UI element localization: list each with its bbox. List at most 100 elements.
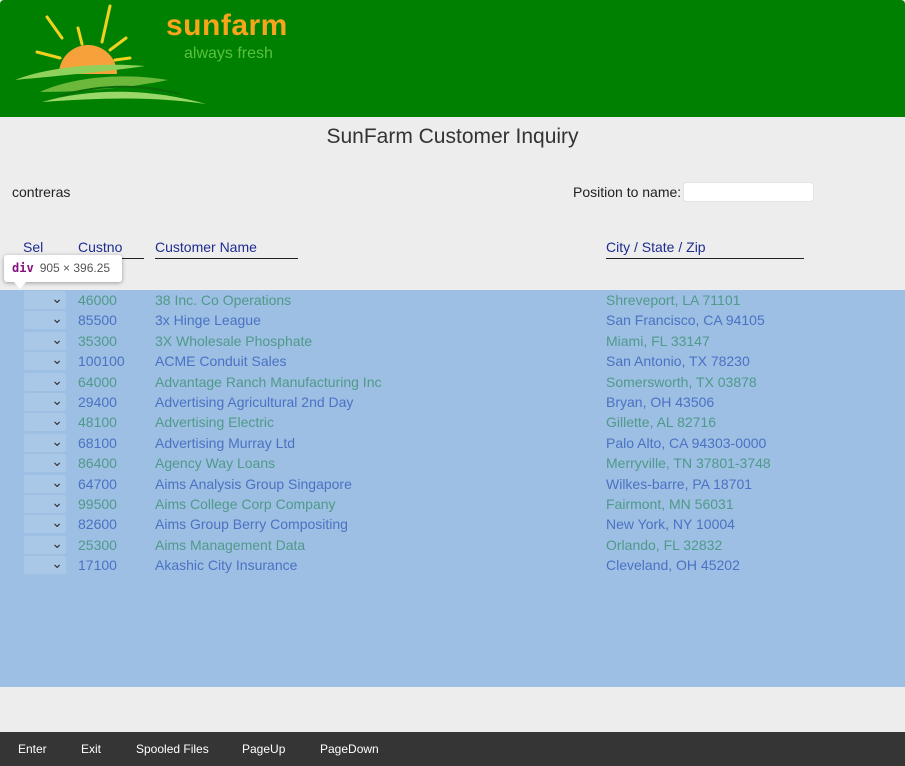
custno-cell: 48100 bbox=[78, 414, 117, 431]
row-select-dropdown[interactable]: ⌄ bbox=[24, 412, 66, 432]
city-cell: Fairmont, MN 56031 bbox=[606, 496, 734, 512]
city-cell: Bryan, OH 43506 bbox=[606, 394, 715, 410]
chevron-down-icon: ⌄ bbox=[51, 453, 63, 470]
custno-cell: 35300 bbox=[78, 332, 117, 349]
city-cell: New York, NY 10004 bbox=[606, 516, 735, 533]
position-label: Position to name: bbox=[573, 184, 682, 200]
table-row: ⌄ 86400 Agency Way Loans Merryville, TN 378… bbox=[0, 453, 905, 473]
row-select-dropdown[interactable]: ⌄ bbox=[24, 473, 66, 493]
chevron-down-icon: ⌄ bbox=[51, 310, 63, 327]
page-title: SunFarm Customer Inquiry bbox=[326, 125, 579, 148]
customer-name-cell: Akashic City Insurance bbox=[155, 557, 298, 574]
table-row: ⌄ 25300 Aims Management Data Orlando, FL 32… bbox=[0, 535, 905, 555]
pageup-button[interactable]: PageUp bbox=[242, 742, 285, 756]
custno-cell: 86400 bbox=[78, 455, 117, 472]
table-row: ⌄ 99500 Aims College Corp Company Fairmont,… bbox=[0, 494, 905, 514]
position-to-name-input[interactable] bbox=[683, 182, 814, 202]
column-header-city: City / State / Zip bbox=[606, 239, 804, 259]
customer-name-cell: Aims Management Data bbox=[155, 536, 306, 553]
devtools-tooltip: div 905 × 396.25 bbox=[4, 255, 122, 282]
table-row: ⌄ 17100 Akashic City Insurance Cleveland, O… bbox=[0, 555, 905, 575]
customer-name-cell: Aims College Corp Company bbox=[155, 496, 336, 512]
header-banner: sunfarm always fresh bbox=[0, 0, 905, 117]
customer-name-cell: ACME Conduit Sales bbox=[155, 353, 287, 370]
city-cell: Merryville, TN 37801-3748 bbox=[606, 455, 771, 472]
city-cell: Shreveport, LA 71101 bbox=[606, 292, 741, 308]
row-select-dropdown[interactable]: ⌄ bbox=[24, 290, 66, 309]
customer-name-cell: 3x Hinge League bbox=[155, 312, 261, 329]
footer-bar: Enter Exit Spooled Files PageUp PageDown bbox=[0, 732, 905, 766]
customer-name-cell: Aims Group Berry Compositing bbox=[155, 516, 348, 533]
custno-cell: 64700 bbox=[78, 475, 117, 492]
tooltip-arrow bbox=[14, 282, 26, 289]
customer-name-cell: Advertising Agricultural 2nd Day bbox=[155, 394, 354, 410]
chevron-down-icon: ⌄ bbox=[51, 412, 63, 429]
row-select-dropdown[interactable]: ⌄ bbox=[24, 514, 66, 534]
table-row: ⌄ 29400 Advertising Agricultural 2nd Day Br… bbox=[0, 392, 905, 412]
row-select-dropdown[interactable]: ⌄ bbox=[24, 310, 66, 330]
city-cell: Orlando, FL 32832 bbox=[606, 536, 723, 553]
city-cell: Palo Alto, CA 94303-0000 bbox=[606, 434, 767, 451]
row-select-dropdown[interactable]: ⌄ bbox=[24, 371, 66, 391]
exit-button[interactable]: Exit bbox=[81, 742, 101, 756]
city-cell: San Antonio, TX 78230 bbox=[606, 353, 750, 370]
chevron-down-icon: ⌄ bbox=[51, 514, 63, 531]
customer-name-cell: Aims Analysis Group Singapore bbox=[155, 475, 352, 492]
table-row: ⌄ 35300 3X Wholesale Phosphate Miami, FL 33… bbox=[0, 331, 905, 351]
row-select-dropdown[interactable]: ⌄ bbox=[24, 494, 66, 513]
chevron-down-icon: ⌄ bbox=[51, 351, 63, 368]
chevron-down-icon: ⌄ bbox=[51, 330, 63, 347]
column-header-name: Customer Name bbox=[155, 239, 298, 259]
brand-tagline: always fresh bbox=[184, 45, 273, 62]
chevron-down-icon: ⌄ bbox=[51, 534, 63, 551]
city-cell: Miami, FL 33147 bbox=[606, 332, 710, 349]
table-row: ⌄ 68100 Advertising Murray Ltd Palo Alto, C… bbox=[0, 433, 905, 453]
chevron-down-icon: ⌄ bbox=[51, 555, 63, 572]
pagedown-button[interactable]: PageDown bbox=[320, 742, 379, 756]
city-cell: Somersworth, TX 03878 bbox=[606, 373, 757, 390]
row-select-dropdown[interactable]: ⌄ bbox=[24, 534, 66, 554]
custno-cell: 46000 bbox=[78, 292, 117, 308]
chevron-down-icon: ⌄ bbox=[51, 392, 63, 408]
customer-name-cell: Agency Way Loans bbox=[155, 455, 276, 472]
table-row: ⌄ 82600 Aims Group Berry Compositing New Yo… bbox=[0, 514, 905, 534]
table-row: ⌄ 48100 Advertising Electric Gillette, AL 8… bbox=[0, 412, 905, 432]
table-row: ⌄ 64000 Advantage Ranch Manufacturing Inc S… bbox=[0, 372, 905, 392]
row-select-dropdown[interactable]: ⌄ bbox=[24, 392, 66, 411]
row-select-dropdown[interactable]: ⌄ bbox=[24, 351, 66, 371]
custno-cell: 100100 bbox=[78, 353, 125, 370]
city-cell: San Francisco, CA 94105 bbox=[606, 312, 765, 329]
custno-cell: 64000 bbox=[78, 373, 117, 390]
brand-name: sunfarm bbox=[166, 9, 288, 42]
row-select-dropdown[interactable]: ⌄ bbox=[24, 432, 66, 452]
chevron-down-icon: ⌄ bbox=[51, 371, 63, 388]
customer-name-cell: Advertising Murray Ltd bbox=[155, 434, 296, 451]
tooltip-tag: div bbox=[12, 261, 34, 275]
chevron-down-icon: ⌄ bbox=[51, 290, 63, 306]
customer-name-cell: Advertising Electric bbox=[155, 414, 275, 431]
custno-cell: 68100 bbox=[78, 434, 117, 451]
enter-button[interactable]: Enter bbox=[18, 742, 47, 756]
custno-cell: 17100 bbox=[78, 557, 117, 574]
chevron-down-icon: ⌄ bbox=[51, 473, 63, 490]
chevron-down-icon: ⌄ bbox=[51, 432, 63, 449]
table-row: ⌄ 100100 ACME Conduit Sales San Antonio, TX… bbox=[0, 351, 905, 371]
row-select-dropdown[interactable]: ⌄ bbox=[24, 330, 66, 350]
city-cell: Cleveland, OH 45202 bbox=[606, 557, 740, 574]
user-name: contreras bbox=[12, 184, 71, 200]
row-select-dropdown[interactable]: ⌄ bbox=[24, 453, 66, 473]
customer-name-cell: Advantage Ranch Manufacturing Inc bbox=[155, 373, 382, 390]
customer-name-cell: 3X Wholesale Phosphate bbox=[155, 332, 313, 349]
row-select-dropdown[interactable]: ⌄ bbox=[24, 555, 66, 575]
custno-cell: 82600 bbox=[78, 516, 117, 533]
table-row: ⌄ 64700 Aims Analysis Group Singapore Wilke… bbox=[0, 474, 905, 494]
city-cell: Gillette, AL 82716 bbox=[606, 414, 717, 431]
table-row: ⌄ 85500 3x Hinge League San Francisco, CA 9… bbox=[0, 310, 905, 330]
tooltip-dimensions: 905 × 396.25 bbox=[39, 261, 111, 275]
custno-cell: 25300 bbox=[78, 536, 117, 553]
custno-cell: 29400 bbox=[78, 394, 117, 410]
custno-cell: 85500 bbox=[78, 312, 117, 329]
spooled-files-button[interactable]: Spooled Files bbox=[136, 742, 209, 756]
city-cell: Wilkes-barre, PA 18701 bbox=[606, 475, 753, 492]
chevron-down-icon: ⌄ bbox=[51, 494, 63, 510]
